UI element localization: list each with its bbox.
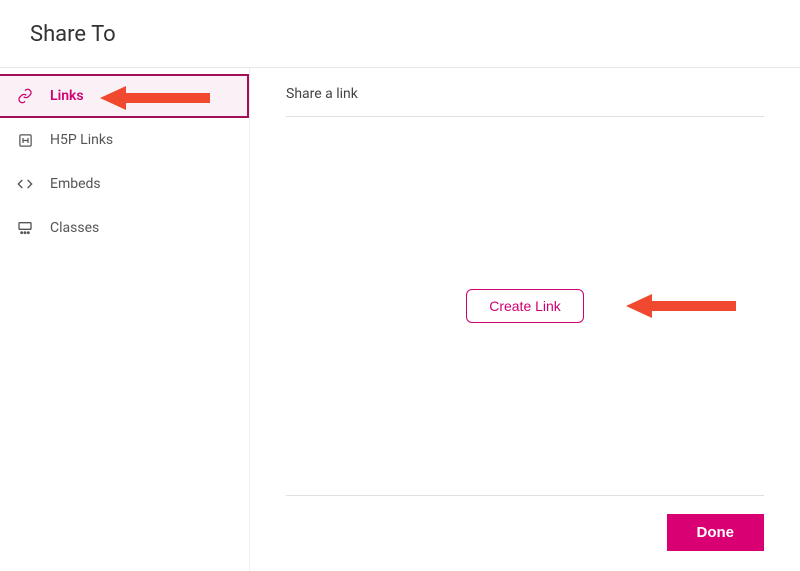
dialog-title: Share To: [30, 22, 770, 47]
sidebar: Links H5P Links: [0, 68, 250, 571]
content-area: Create Link: [286, 117, 764, 495]
code-icon: [14, 176, 36, 192]
sidebar-item-label: Links: [50, 88, 84, 104]
link-icon: [14, 88, 36, 104]
main-panel: Share a link Create Link Done: [250, 68, 800, 571]
divider: [286, 495, 764, 496]
annotation-arrow-icon: [100, 82, 210, 114]
sidebar-item-label: H5P Links: [50, 132, 113, 148]
sidebar-item-label: Classes: [50, 220, 99, 236]
h5p-icon: [14, 133, 36, 148]
sidebar-item-links[interactable]: Links: [0, 74, 249, 118]
section-title: Share a link: [286, 86, 764, 117]
done-button[interactable]: Done: [667, 514, 765, 551]
dialog-body: Links H5P Links: [0, 68, 800, 571]
annotation-arrow-icon: [626, 290, 736, 322]
dialog-header: Share To: [0, 0, 800, 68]
sidebar-item-label: Embeds: [50, 176, 101, 192]
create-link-button[interactable]: Create Link: [466, 289, 584, 323]
sidebar-item-h5p-links[interactable]: H5P Links: [0, 118, 249, 162]
sidebar-item-embeds[interactable]: Embeds: [0, 162, 249, 206]
footer: Done: [286, 514, 764, 551]
sidebar-item-classes[interactable]: Classes: [0, 206, 249, 250]
classes-icon: [14, 220, 36, 236]
